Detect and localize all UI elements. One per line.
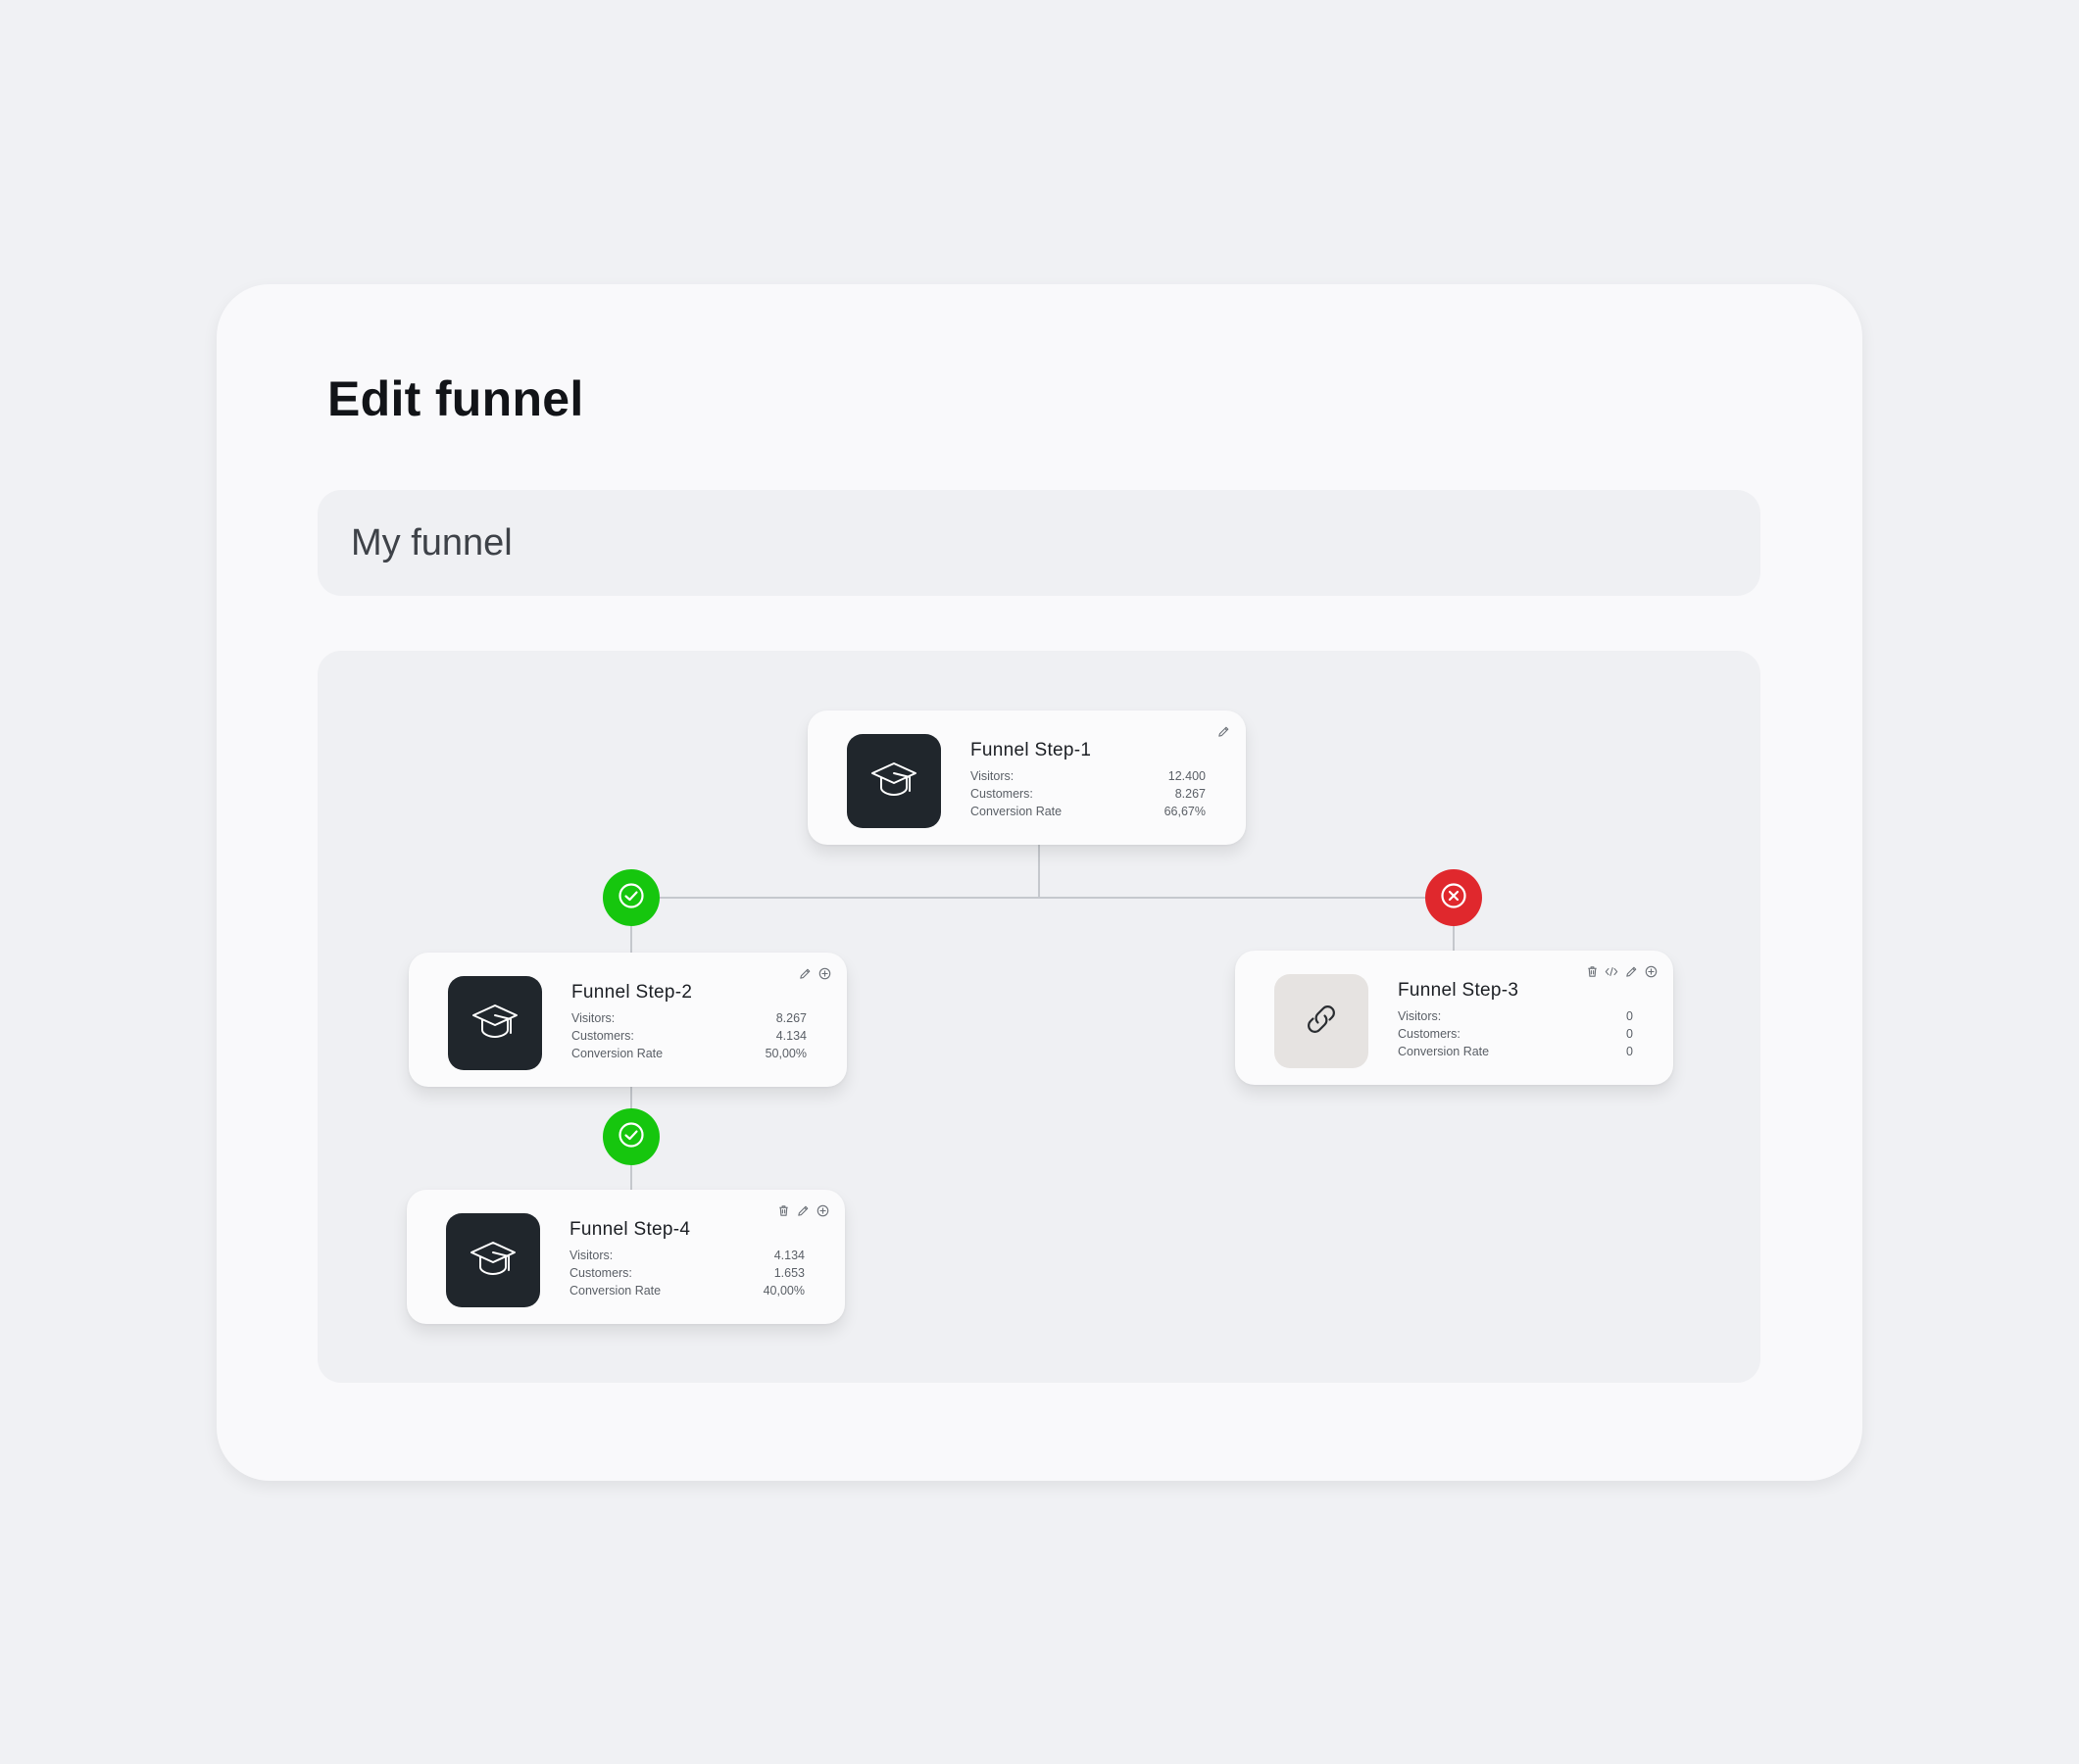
step-thumbnail <box>1274 974 1368 1068</box>
page-title: Edit funnel <box>327 371 584 426</box>
graduation-cap-icon <box>470 996 520 1052</box>
failure-branch-badge <box>1425 869 1482 926</box>
visitors-value: 8.267 <box>775 1011 807 1025</box>
step-actions <box>798 966 831 980</box>
trash-icon[interactable] <box>776 1203 790 1217</box>
customers-value: 4.134 <box>775 1029 807 1043</box>
step-thumbnail <box>448 976 542 1070</box>
step-stats: Visitors: 8.267 Customers: 4.134 Conversio… <box>571 1009 807 1062</box>
conversion-rate-label: Conversion Rate <box>1398 1045 1490 1058</box>
customers-value: 8.267 <box>1174 787 1206 801</box>
conversion-rate-value: 0 <box>1626 1045 1633 1058</box>
visitors-label: Visitors: <box>970 769 1015 783</box>
step-title: Funnel Step-4 <box>569 1219 691 1240</box>
funnel-canvas: Funnel Step-1 Visitors: 12.400 Customers:… <box>318 651 1760 1383</box>
visitors-value: 0 <box>1626 1009 1633 1023</box>
edit-icon[interactable] <box>798 966 812 980</box>
step-thumbnail <box>446 1213 540 1307</box>
check-icon <box>617 1120 646 1154</box>
add-icon[interactable] <box>816 1203 829 1217</box>
step-actions <box>1216 724 1230 738</box>
add-icon[interactable] <box>817 966 831 980</box>
funnel-step-1-card[interactable]: Funnel Step-1 Visitors: 12.400 Customers:… <box>808 710 1246 845</box>
visitors-label: Visitors: <box>1398 1009 1442 1023</box>
step-actions <box>1585 964 1658 978</box>
customers-value: 0 <box>1626 1027 1633 1041</box>
success-branch-badge <box>603 869 660 926</box>
funnel-step-4-card[interactable]: Funnel Step-4 Visitors: 4.134 Customers: 1… <box>407 1190 845 1324</box>
funnel-step-2-card[interactable]: Funnel Step-2 Visitors: 8.267 Customers: 4… <box>409 953 847 1087</box>
conversion-rate-label: Conversion Rate <box>970 805 1063 818</box>
graduation-cap-icon <box>868 754 919 809</box>
add-icon[interactable] <box>1644 964 1658 978</box>
code-icon[interactable] <box>1605 964 1618 978</box>
visitors-label: Visitors: <box>569 1249 614 1262</box>
conversion-rate-value: 40,00% <box>763 1284 805 1298</box>
customers-label: Customers: <box>571 1029 634 1043</box>
step-stats: Visitors: 4.134 Customers: 1.653 Conversio… <box>569 1247 805 1299</box>
conversion-rate-label: Conversion Rate <box>569 1284 662 1298</box>
step-title: Funnel Step-1 <box>970 740 1092 760</box>
customers-label: Customers: <box>970 787 1033 801</box>
funnel-step-3-card[interactable]: Funnel Step-3 Visitors: 0 Customers: 0 Con… <box>1235 951 1673 1085</box>
step-title: Funnel Step-2 <box>571 982 693 1003</box>
step-stats: Visitors: 0 Customers: 0 Conversion Rate 0 <box>1398 1007 1633 1060</box>
graduation-cap-icon <box>468 1233 519 1289</box>
trash-icon[interactable] <box>1585 964 1599 978</box>
visitors-value: 12.400 <box>1167 769 1206 783</box>
visitors-value: 4.134 <box>773 1249 805 1262</box>
check-icon <box>617 881 646 915</box>
customers-value: 1.653 <box>773 1266 805 1280</box>
step-stats: Visitors: 12.400 Customers: 8.267 Conversi… <box>970 767 1206 820</box>
conversion-rate-value: 50,00% <box>765 1047 807 1060</box>
edit-icon[interactable] <box>1216 724 1230 738</box>
step-thumbnail <box>847 734 941 828</box>
step-title: Funnel Step-3 <box>1398 980 1519 1001</box>
conversion-rate-value: 66,67% <box>1163 805 1206 818</box>
edit-icon[interactable] <box>1624 964 1638 978</box>
success-branch-badge <box>603 1108 660 1165</box>
funnel-name-input[interactable] <box>318 490 1760 596</box>
conversion-rate-label: Conversion Rate <box>571 1047 664 1060</box>
x-icon <box>1439 881 1468 915</box>
visitors-label: Visitors: <box>571 1011 616 1025</box>
customers-label: Customers: <box>569 1266 632 1280</box>
link-icon <box>1300 998 1343 1046</box>
customers-label: Customers: <box>1398 1027 1460 1041</box>
step-actions <box>776 1203 829 1217</box>
edit-icon[interactable] <box>796 1203 810 1217</box>
